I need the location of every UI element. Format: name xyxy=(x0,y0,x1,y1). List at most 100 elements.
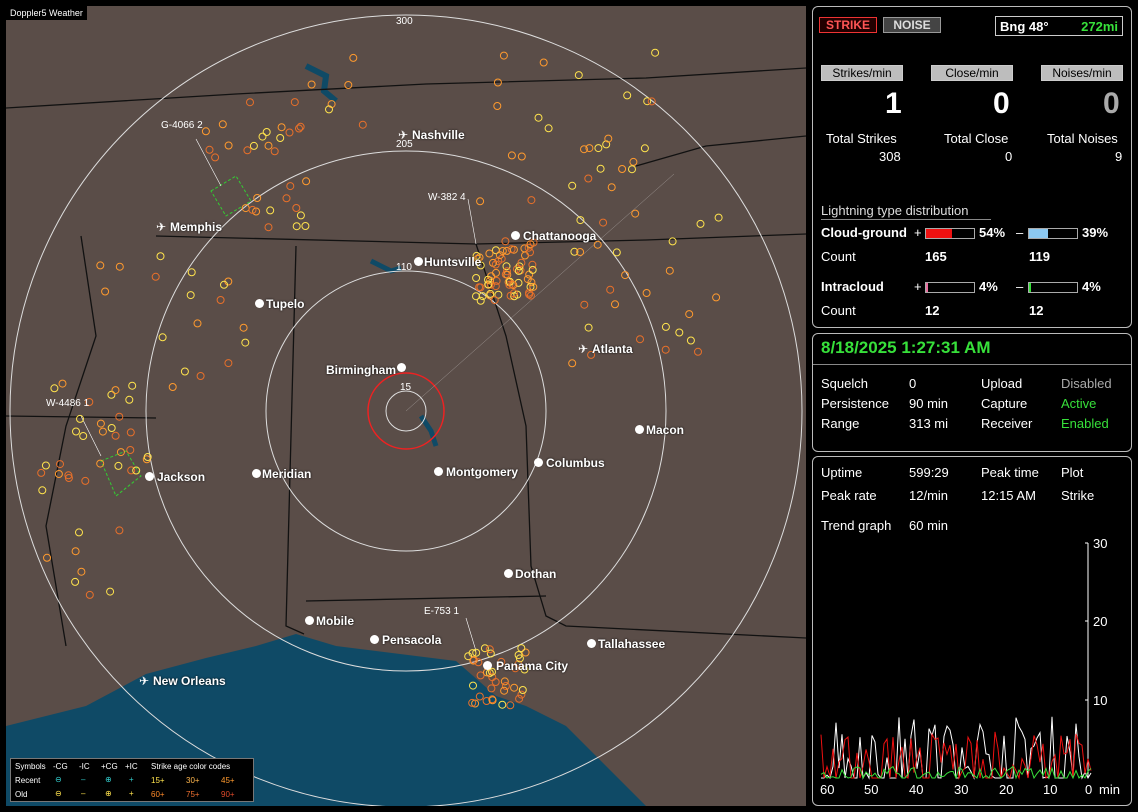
city-dot xyxy=(414,257,423,266)
city-label: Meridian xyxy=(262,467,312,481)
x-unit: min xyxy=(1099,782,1120,797)
x-tick: 50 xyxy=(864,782,879,797)
strike-marker xyxy=(539,58,548,67)
strike-marker xyxy=(521,648,530,657)
strike-stats-panel: STRIKE NOISE Bng 48° 272mi Strikes/min C… xyxy=(812,6,1132,328)
cg-neg-count: 119 xyxy=(1029,249,1050,264)
strike-marker xyxy=(714,213,723,222)
city-label: Huntsville xyxy=(424,255,482,269)
strike-marker xyxy=(685,310,694,319)
strike-marker xyxy=(487,684,496,693)
strike-marker xyxy=(517,152,526,161)
city-dot xyxy=(252,469,261,478)
city-dot xyxy=(635,425,644,434)
strike-marker xyxy=(518,686,527,694)
strike-marker xyxy=(295,124,303,133)
receiver-label: Receiver xyxy=(981,416,1033,431)
strike-marker xyxy=(71,577,80,586)
strike-marker xyxy=(491,246,500,255)
divider xyxy=(813,364,1131,365)
strike-marker xyxy=(224,141,233,150)
strike-marker xyxy=(358,120,367,129)
city-dot xyxy=(370,635,379,644)
strike-marker xyxy=(606,285,615,294)
total-close: 0 xyxy=(1005,149,1013,164)
x-tick: 10 xyxy=(1043,782,1058,797)
strike-marker xyxy=(515,694,524,703)
strike-marker xyxy=(211,153,220,162)
strike-marker xyxy=(115,262,124,271)
strike-marker xyxy=(647,97,656,106)
strike-marker xyxy=(661,322,670,331)
capture-label: Capture xyxy=(981,396,1028,411)
city-dot xyxy=(397,363,406,372)
ic-plus: + xyxy=(914,279,922,294)
strike-marker xyxy=(528,265,537,274)
y-tick: 30 xyxy=(1093,536,1108,551)
strike-marker xyxy=(292,222,301,231)
ic-pos-bar xyxy=(925,282,975,293)
city-dot xyxy=(145,472,154,481)
strike-marker xyxy=(115,526,124,535)
city-dot xyxy=(504,569,513,578)
ic-neg-pct: 4% xyxy=(1082,279,1101,294)
strike-marker xyxy=(629,157,638,166)
strike-indicator[interactable]: STRIKE xyxy=(819,17,877,33)
warning-label[interactable]: E-753 1 xyxy=(424,606,459,617)
city-label: Birmingham xyxy=(326,363,397,377)
strike-marker xyxy=(246,98,254,107)
strike-marker xyxy=(249,141,258,150)
strike-marker xyxy=(631,209,640,218)
city-label: Macon xyxy=(646,423,685,437)
y-tick: 20 xyxy=(1093,614,1108,629)
warning-label[interactable]: W-382 4 xyxy=(428,192,466,203)
strike-marker xyxy=(501,682,510,690)
distance-value: 272mi xyxy=(1081,19,1118,34)
range-label: Range xyxy=(821,416,860,431)
warning-label[interactable]: G-4066 2 xyxy=(161,120,203,131)
strike-marker xyxy=(517,644,526,653)
city-label: Tupelo xyxy=(266,297,305,311)
pos-ic-old-icon: + xyxy=(129,789,134,798)
x-tick: 30 xyxy=(954,782,969,797)
strike-marker xyxy=(499,51,508,60)
noises-per-min: 0 xyxy=(1103,87,1120,120)
strike-marker xyxy=(107,424,116,432)
age-code: 30+ xyxy=(186,776,200,785)
strike-marker xyxy=(568,359,577,368)
neg-ic-old-icon: – xyxy=(81,789,86,798)
strike-marker xyxy=(302,177,311,186)
legend-col: -CG xyxy=(53,762,68,771)
strikes-per-min-label: Strikes/min xyxy=(821,65,903,81)
strike-marker xyxy=(500,686,509,695)
strike-marker xyxy=(85,590,94,599)
strike-marker xyxy=(156,252,165,261)
strike-marker xyxy=(282,194,291,203)
x-tick: 0 xyxy=(1085,782,1093,797)
strike-marker xyxy=(521,251,529,260)
strike-marker xyxy=(79,432,88,440)
map-canvas[interactable] xyxy=(6,6,806,806)
pos-cg-old-icon: ⊕ xyxy=(105,789,112,798)
strike-marker xyxy=(618,165,627,173)
symbol-legend: Symbols -CG -IC +CG +IC Strike age color… xyxy=(10,758,254,802)
noises-per-min-label: Noises/min xyxy=(1041,65,1123,81)
city-label: Jackson xyxy=(157,470,206,484)
strike-marker xyxy=(243,146,252,155)
ic-label: Intracloud xyxy=(821,279,884,294)
cg-neg-pct: 39% xyxy=(1082,225,1109,240)
pos-cg-recent-icon: ⊕ xyxy=(105,775,112,784)
strike-marker xyxy=(43,553,51,562)
y-tick: 10 xyxy=(1093,693,1108,708)
trend-panel: Uptime 599:29 Peak time Plot Peak rate 1… xyxy=(812,456,1132,806)
strike-marker xyxy=(623,91,632,100)
noise-indicator[interactable]: NOISE xyxy=(883,17,941,33)
strike-marker xyxy=(696,219,705,228)
lightning-map[interactable]: Doppler5 Weather 300 205 110 15 G-4066 2… xyxy=(6,6,806,806)
strike-marker xyxy=(584,174,593,183)
legend-col: +CG xyxy=(101,762,118,771)
strike-marker xyxy=(241,338,250,347)
bearing-box: Bng 48° 272mi xyxy=(995,16,1123,36)
warning-label[interactable]: W-4486 1 xyxy=(46,398,89,409)
close-per-min-label: Close/min xyxy=(931,65,1013,81)
